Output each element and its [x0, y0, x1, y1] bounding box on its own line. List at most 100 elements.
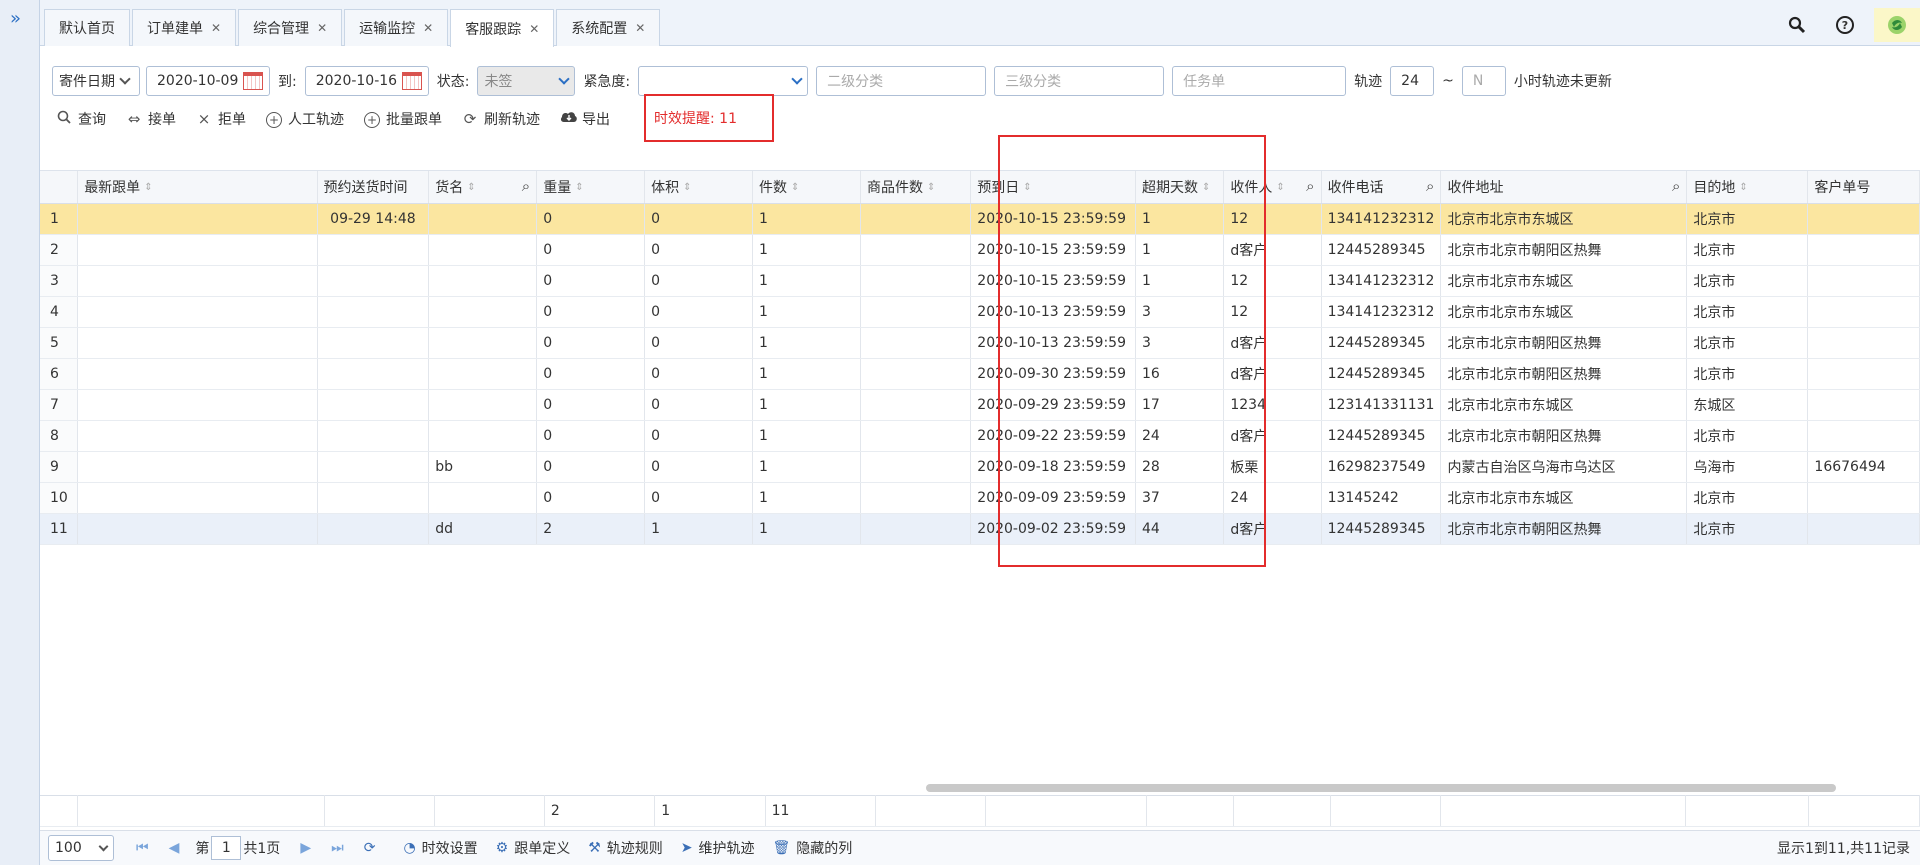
tab-label: 默认首页 — [59, 21, 115, 37]
page-size-value: 100 — [55, 840, 82, 856]
hidden-columns-button[interactable]: 🗑 隐藏的列 — [773, 838, 853, 858]
reject-order-button[interactable]: × 拒单 — [196, 109, 246, 129]
row-number: 6 — [40, 358, 79, 390]
table-cell — [1807, 482, 1920, 514]
table-row[interactable]: 8 0 0 1 2020-09-22 23:59:59 24 d客户 12445289345 北… — [40, 420, 1920, 452]
export-button[interactable]: 导出 — [560, 109, 610, 129]
table-row[interactable]: 5 0 0 1 2020-10-13 23:59:59 3 d客户 12445289345 北京… — [40, 327, 1920, 359]
manual-track-label: 人工轨迹 — [288, 112, 344, 128]
table-row[interactable]: 3 0 0 1 2020-10-15 23:59:59 1 12 134141232312 北京… — [40, 265, 1920, 297]
sort-icon[interactable]: ⇕ — [683, 182, 691, 193]
page-size-select[interactable]: 100 — [48, 835, 114, 861]
reminder-text: 时效提醒: 11 — [654, 111, 737, 127]
track-hours-to-input[interactable]: N — [1461, 66, 1506, 96]
date-from-input[interactable]: 2020-10-09 — [146, 66, 270, 96]
refresh-track-button[interactable]: ⟳ 刷新轨迹 — [462, 109, 540, 129]
to-label: 到: — [278, 74, 297, 90]
table-cell: 北京市 — [1686, 327, 1809, 359]
col-customer-order-no[interactable]: 客户单号 — [1807, 171, 1920, 204]
search-icon[interactable]: ⌕ — [1306, 177, 1314, 195]
search-icon[interactable]: ⌕ — [522, 177, 530, 195]
sort-icon[interactable]: ⇕ — [927, 182, 935, 193]
tab-home[interactable]: 默认首页 — [44, 9, 130, 46]
col-item-pieces[interactable]: 商品件数 ⇕ — [860, 171, 972, 204]
table-cell: 北京市 — [1686, 358, 1809, 390]
table-cell — [77, 389, 318, 421]
calendar-icon[interactable] — [401, 72, 422, 90]
task-order-input[interactable]: 任务单 — [1172, 66, 1347, 96]
track-rules-button[interactable]: ⚒ 轨迹规则 — [588, 838, 663, 858]
close-icon[interactable]: ✕ — [211, 21, 221, 35]
tab-customer-service[interactable]: 客服跟踪 ✕ — [450, 9, 555, 47]
maintain-track-button[interactable]: ➤ 维护轨迹 — [681, 838, 755, 858]
col-volume[interactable]: 体积 ⇕ — [644, 171, 754, 204]
last-page-icon[interactable]: ⏭ — [331, 840, 344, 856]
summary-cell — [77, 795, 325, 827]
search-icon[interactable] — [1782, 11, 1812, 39]
query-button[interactable]: 查询 — [56, 109, 106, 129]
table-row[interactable]: 4 0 0 1 2020-10-13 23:59:59 3 12 134141232312 北京… — [40, 296, 1920, 328]
col-pieces[interactable]: 件数 ⇕ — [752, 171, 861, 204]
sort-icon[interactable]: ⇕ — [467, 182, 475, 193]
calendar-icon[interactable] — [243, 72, 263, 90]
col-receiver-phone[interactable]: 收件电话 ⌕ — [1321, 171, 1442, 204]
table-cell: 0 — [536, 451, 646, 483]
table-row[interactable]: 10 0 0 1 2020-09-09 23:59:59 37 24 13145242 北京市北… — [40, 482, 1920, 514]
tab-order-create[interactable]: 订单建单 ✕ — [132, 9, 237, 46]
sort-icon[interactable]: ⇕ — [1276, 182, 1284, 193]
prev-page-icon[interactable]: ◀ — [169, 840, 180, 856]
status-select[interactable]: 未签 — [477, 66, 576, 96]
table-row[interactable]: 9 bb 0 0 1 2020-09-18 23:59:59 28 板栗 16298237549… — [40, 451, 1920, 483]
col-appointment-time[interactable]: 预约送货时间 — [317, 171, 430, 204]
search-icon[interactable]: ⌕ — [1672, 177, 1680, 195]
table-row[interactable]: 7 0 0 1 2020-09-29 23:59:59 17 1234 12314133113… — [40, 389, 1920, 421]
table-cell — [860, 234, 972, 266]
table-cell: 1 — [752, 358, 861, 390]
table-row[interactable]: 6 0 0 1 2020-09-30 23:59:59 16 d客户 12445289345 北… — [40, 358, 1920, 390]
sort-icon[interactable]: ⇕ — [144, 182, 152, 193]
table-row[interactable]: 2 0 0 1 2020-10-15 23:59:59 1 d客户 12445289345 北京… — [40, 234, 1920, 266]
level3-category-input[interactable]: 三级分类 — [994, 66, 1165, 96]
expand-sidebar-icon[interactable]: » — [10, 8, 21, 29]
table-cell: 12445289345 — [1321, 358, 1442, 390]
tab-transport-monitor[interactable]: 运输监控 ✕ — [344, 9, 449, 46]
track-hours-from-input[interactable]: 24 — [1390, 66, 1435, 96]
sort-icon[interactable]: ⇕ — [1739, 182, 1747, 193]
next-page-icon[interactable]: ▶ — [300, 840, 311, 856]
level2-category-input[interactable]: 二级分类 — [816, 66, 987, 96]
col-receiver-address[interactable]: 收件地址 ⌕ — [1440, 171, 1688, 204]
col-weight[interactable]: 重量 ⇕ — [536, 171, 646, 204]
page-number-input[interactable]: 1 — [211, 836, 242, 860]
date-type-select[interactable]: 寄件日期 — [52, 66, 140, 96]
table-row[interactable]: 1 09-29 14:48 0 0 1 2020-10-15 23:59:59 1 12 134… — [40, 203, 1920, 235]
search-icon[interactable]: ⌕ — [1426, 177, 1434, 195]
first-page-icon[interactable]: ⏮ — [136, 840, 149, 856]
date-to-input[interactable]: 2020-10-16 — [304, 66, 429, 96]
theme-icon[interactable] — [1874, 8, 1920, 42]
header-label: 最新跟单 — [84, 179, 141, 196]
close-icon[interactable]: ✕ — [635, 21, 645, 35]
tab-system-config[interactable]: 系统配置 ✕ — [556, 9, 661, 46]
manual-track-button[interactable]: + 人工轨迹 — [266, 109, 344, 129]
level3-placeholder: 三级分类 — [1005, 74, 1062, 90]
help-icon[interactable]: ? — [1830, 11, 1860, 39]
accept-order-button[interactable]: ⇔ 接单 — [126, 109, 176, 129]
sort-icon[interactable]: ⇕ — [575, 182, 583, 193]
close-icon[interactable]: ✕ — [423, 21, 433, 35]
table-cell — [77, 420, 318, 452]
urgency-select[interactable] — [638, 66, 809, 96]
follow-definition-button[interactable]: ⚙ 跟单定义 — [496, 838, 571, 858]
horizontal-scrollbar[interactable] — [926, 784, 1836, 792]
batch-follow-button[interactable]: + 批量跟单 — [364, 109, 442, 129]
timeliness-settings-button[interactable]: ◔ 时效设置 — [403, 838, 477, 858]
col-destination[interactable]: 目的地 ⇕ — [1686, 171, 1809, 204]
close-icon[interactable]: ✕ — [529, 22, 539, 36]
tab-general-management[interactable]: 综合管理 ✕ — [238, 9, 343, 46]
close-icon[interactable]: ✕ — [317, 21, 327, 35]
sort-icon[interactable]: ⇕ — [791, 182, 799, 193]
timeliness-reminder[interactable]: 时效提醒: 11 — [644, 94, 774, 142]
col-goods-name[interactable]: 货名 ⇕ ⌕ — [428, 171, 538, 204]
col-latest-follow[interactable]: 最新跟单 ⇕ — [77, 171, 318, 204]
refresh-icon[interactable]: ⟳ — [364, 840, 376, 856]
table-row[interactable]: 11 dd 2 1 1 2020-09-02 23:59:59 44 d客户 124452893… — [40, 513, 1920, 545]
